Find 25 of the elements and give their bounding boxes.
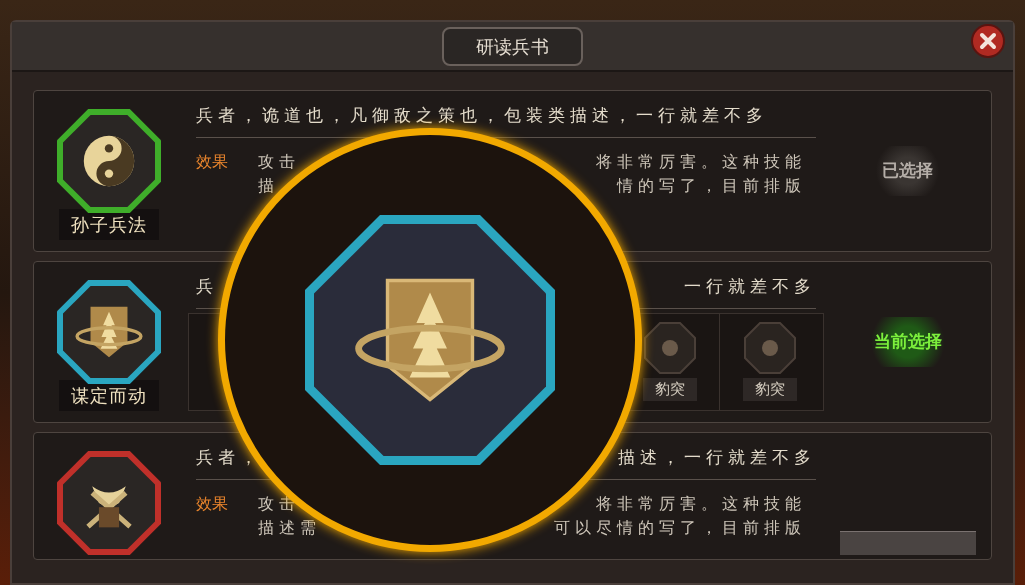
tactic-item[interactable]: 豹突 [719,313,819,410]
book-description: 兵 [196,275,218,298]
book-description: 兵者，诡道也，凡御敌之策也，包装类描述，一行就差不多 [196,104,768,127]
effect-label: 效果 [196,492,229,515]
book-name: 谋定而动 [59,380,159,411]
book-description: 一行就差不多 [684,275,816,298]
tactic-name: 豹突 [642,378,697,401]
book-name: 孙子兵法 [59,209,159,240]
close-icon [979,32,997,50]
effect-text: 攻击 [258,492,300,515]
effect-text: 情的写了，目前排版 [617,174,806,197]
effect-text: 将非常厉害。这种技能 [596,492,806,515]
effect-text: 描 [258,174,279,197]
effect-text: 描述需 [258,516,321,539]
bagua-icon [743,322,796,375]
effect-label: 效果 [196,150,229,173]
window-title: 研读兵书 [441,26,584,66]
book-description: 兵者， [196,446,262,469]
tactic-name: 豹突 [742,378,797,401]
effect-text: 可以尽情的写了，目前排版 [554,516,806,539]
effect-text: 将非常厉害。这种技能 [596,150,806,173]
close-button[interactable] [971,24,1005,58]
bagua-icon [643,322,696,375]
book-description: 描述，一行就差不多 [618,446,816,469]
effect-text: 攻击 [258,150,300,173]
